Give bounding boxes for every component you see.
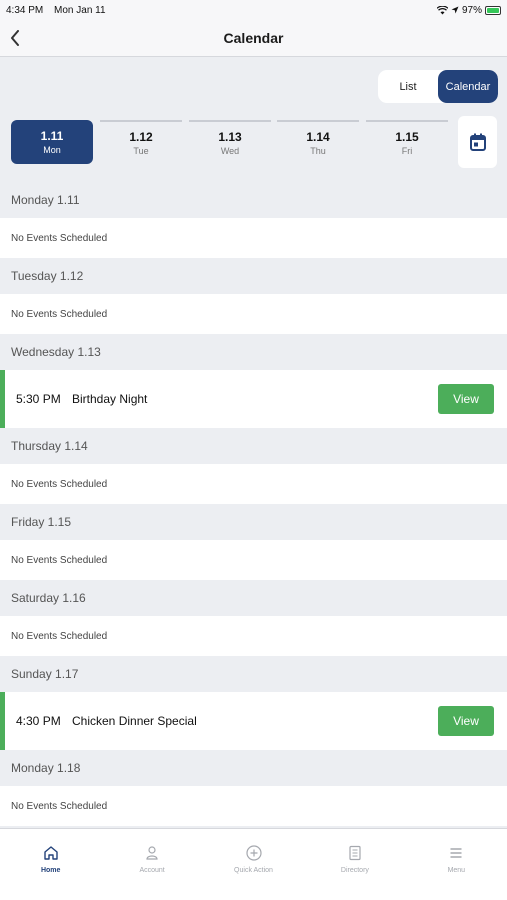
status-date: Mon Jan 11 bbox=[54, 4, 106, 16]
status-right: 97% bbox=[436, 4, 501, 16]
day-header: Saturday 1.16 bbox=[0, 580, 507, 616]
page-title: Calendar bbox=[223, 30, 284, 46]
home-icon bbox=[44, 846, 58, 860]
chevron-left-icon bbox=[11, 30, 19, 46]
view-toggle: List Calendar bbox=[378, 70, 498, 103]
event-row: 5:30 PM Birthday Night View bbox=[0, 370, 507, 428]
day-tab-weekday: Thu bbox=[310, 146, 326, 156]
no-events-row: No Events Scheduled bbox=[0, 294, 507, 334]
list-toggle-button[interactable]: List bbox=[378, 70, 438, 103]
day-tab[interactable]: 1.11 Mon bbox=[11, 120, 93, 164]
day-header: Sunday 1.17 bbox=[0, 656, 507, 692]
directory-icon bbox=[349, 845, 361, 861]
no-events-row: No Events Scheduled bbox=[0, 786, 507, 826]
plus-circle-icon bbox=[245, 845, 262, 861]
tab-label: Directory bbox=[340, 867, 369, 874]
no-events-row: No Events Scheduled bbox=[0, 616, 507, 656]
day-header: Thursday 1.14 bbox=[0, 428, 507, 464]
tab-label: Account bbox=[139, 867, 165, 874]
no-events-row: No Events Scheduled bbox=[0, 218, 507, 258]
day-tab[interactable]: 1.14 Thu bbox=[277, 120, 359, 164]
calendar-picker-button[interactable] bbox=[458, 116, 497, 168]
account-icon bbox=[146, 846, 158, 860]
battery-icon bbox=[485, 5, 501, 15]
day-header: Tuesday 1.12 bbox=[0, 258, 507, 294]
battery-percent: 97% bbox=[461, 4, 482, 16]
event-accent-bar bbox=[0, 692, 5, 750]
tab-home[interactable]: Home bbox=[0, 829, 101, 900]
event-accent-bar bbox=[0, 370, 5, 428]
nav-bar: Calendar bbox=[0, 20, 507, 57]
day-tab[interactable]: 1.15 Fri bbox=[366, 120, 448, 164]
event-list: Monday 1.11 No Events Scheduled Tuesday … bbox=[0, 182, 507, 826]
tab-menu[interactable]: Menu bbox=[406, 829, 507, 900]
tab-label: Quick Action bbox=[234, 867, 273, 874]
day-tab-weekday: Wed bbox=[220, 146, 240, 156]
day-header: Monday 1.18 bbox=[0, 750, 507, 786]
day-header: Monday 1.11 bbox=[0, 182, 507, 218]
day-tab-weekday: Tue bbox=[133, 146, 149, 156]
view-event-button[interactable]: View bbox=[438, 706, 494, 736]
status-time: 4:34 PM bbox=[6, 4, 44, 16]
day-tab-number: 1.11 bbox=[40, 129, 64, 143]
wifi-icon bbox=[436, 5, 448, 14]
back-button[interactable] bbox=[4, 26, 26, 50]
tab-label: Menu bbox=[447, 867, 466, 874]
calendar-icon bbox=[469, 133, 486, 151]
tab-quick-action[interactable]: Quick Action bbox=[203, 829, 304, 900]
day-tab-number: 1.12 bbox=[129, 130, 153, 144]
day-tab-number: 1.15 bbox=[395, 130, 419, 144]
event-time: 4:30 PM bbox=[16, 714, 61, 728]
status-left: 4:34 PM Mon Jan 11 bbox=[6, 5, 114, 16]
view-event-button[interactable]: View bbox=[438, 384, 494, 414]
event-name: Birthday Night bbox=[72, 392, 148, 406]
menu-icon bbox=[450, 848, 462, 858]
tab-account[interactable]: Account bbox=[101, 829, 202, 900]
tab-directory[interactable]: Directory bbox=[304, 829, 405, 900]
day-tab[interactable]: 1.13 Wed bbox=[189, 120, 271, 164]
bottom-tab-bar: Home Account Quick Action Directory Menu bbox=[0, 828, 507, 900]
day-tab[interactable]: 1.12 Tue bbox=[100, 120, 182, 164]
status-bar: 4:34 PM Mon Jan 11 97% bbox=[0, 0, 507, 20]
day-tab-weekday: Fri bbox=[401, 146, 413, 156]
day-tab-number: 1.13 bbox=[218, 130, 242, 144]
day-tab-weekday: Mon bbox=[43, 145, 61, 155]
no-events-row: No Events Scheduled bbox=[0, 464, 507, 504]
calendar-toggle-button[interactable]: Calendar bbox=[438, 70, 498, 103]
day-header: Friday 1.15 bbox=[0, 504, 507, 540]
event-name: Chicken Dinner Special bbox=[72, 714, 197, 728]
event-time: 5:30 PM bbox=[16, 392, 61, 406]
event-row: 4:30 PM Chicken Dinner Special View bbox=[0, 692, 507, 750]
day-tab-number: 1.14 bbox=[306, 130, 330, 144]
location-icon bbox=[451, 6, 459, 14]
day-header: Wednesday 1.13 bbox=[0, 334, 507, 370]
tab-label: Home bbox=[40, 867, 61, 874]
calendar-controls: List Calendar 1.11 Mon 1.12 Tue 1.13 Wed… bbox=[0, 58, 507, 182]
no-events-row: No Events Scheduled bbox=[0, 540, 507, 580]
